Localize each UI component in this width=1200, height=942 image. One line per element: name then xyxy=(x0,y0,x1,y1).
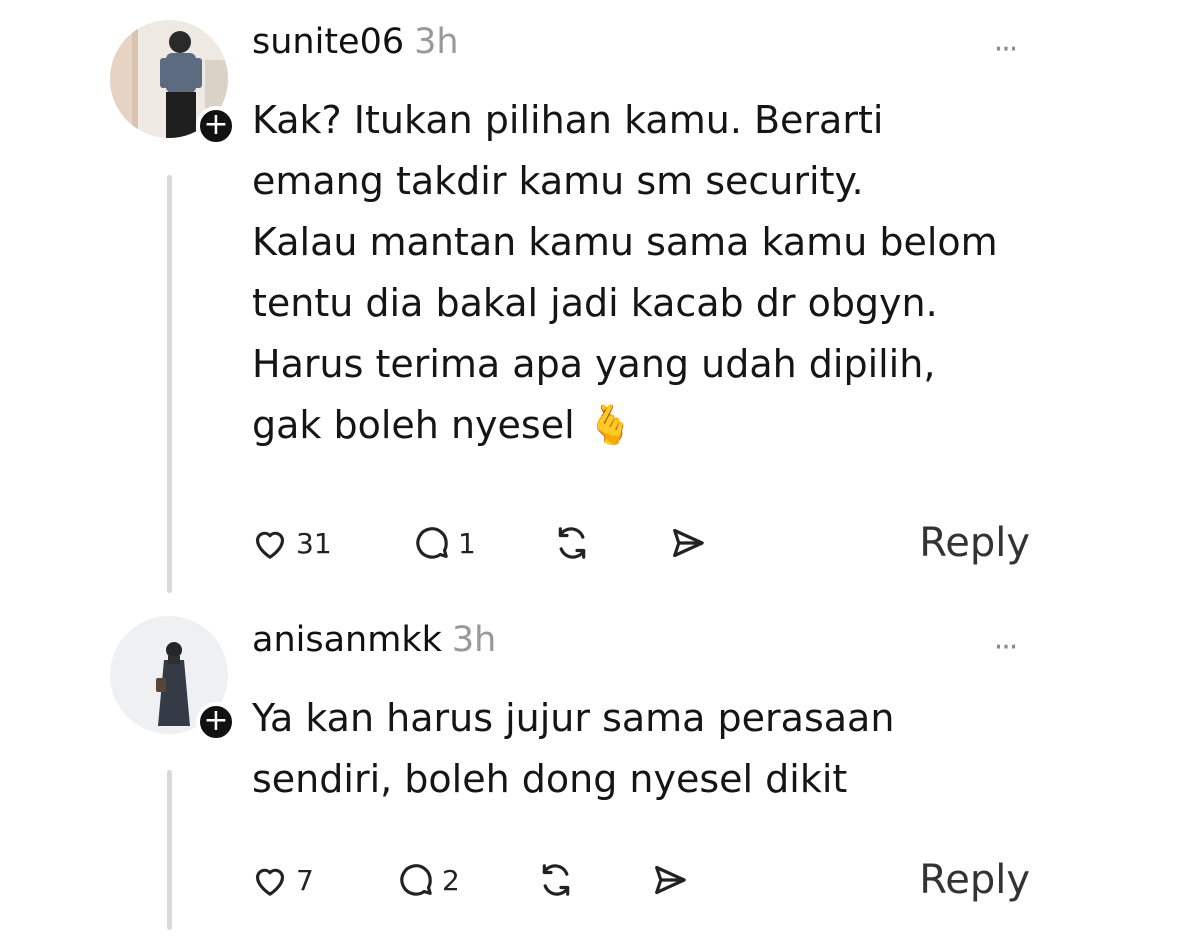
send-icon xyxy=(668,523,708,563)
reply-button[interactable]: Reply xyxy=(919,855,1030,905)
comment-button[interactable]: 2 xyxy=(396,855,460,905)
follow-plus-icon[interactable]: + xyxy=(196,702,236,742)
avatar-container[interactable]: + xyxy=(110,616,236,742)
like-button[interactable]: 31 xyxy=(250,518,332,568)
comment-header: anisanmkk 3h xyxy=(252,620,496,676)
like-count: 31 xyxy=(296,526,332,560)
repost-icon xyxy=(552,523,592,563)
repost-button[interactable] xyxy=(552,518,592,568)
more-icon[interactable]: ··· xyxy=(980,633,1030,668)
action-bar: 31 1 Reply xyxy=(250,518,1030,568)
heart-icon xyxy=(250,860,290,900)
timestamp: 3h xyxy=(451,620,497,660)
action-bar: 7 2 Reply xyxy=(250,855,1030,905)
avatar-container[interactable]: + xyxy=(110,20,236,146)
thread-line xyxy=(167,770,172,930)
comment-button[interactable]: 1 xyxy=(412,518,476,568)
timestamp: 3h xyxy=(414,22,459,62)
reply-count: 2 xyxy=(442,863,460,897)
share-button[interactable] xyxy=(668,518,708,568)
heart-icon xyxy=(250,523,290,563)
comment-bubble-icon xyxy=(412,523,452,563)
username[interactable]: sunite06 xyxy=(252,22,404,62)
comment-text: Kak? Itukan pilihan kamu. Berarti emang … xyxy=(252,98,998,447)
thread-line xyxy=(167,175,172,593)
comment-header: sunite06 3h xyxy=(252,22,459,78)
more-icon[interactable]: ··· xyxy=(980,35,1030,70)
reply-button[interactable]: Reply xyxy=(919,518,1030,568)
repost-button[interactable] xyxy=(536,855,576,905)
share-button[interactable] xyxy=(650,855,690,905)
repost-icon xyxy=(536,860,576,900)
like-count: 7 xyxy=(296,863,314,897)
username[interactable]: anisanmkk xyxy=(252,620,442,660)
follow-plus-icon[interactable]: + xyxy=(196,106,236,146)
reply-count: 1 xyxy=(458,526,476,560)
comment-bubble-icon xyxy=(396,860,436,900)
comment-text: Ya kan harus jujur sama perasaan sendiri… xyxy=(252,696,895,801)
like-button[interactable]: 7 xyxy=(250,855,314,905)
send-icon xyxy=(650,860,690,900)
